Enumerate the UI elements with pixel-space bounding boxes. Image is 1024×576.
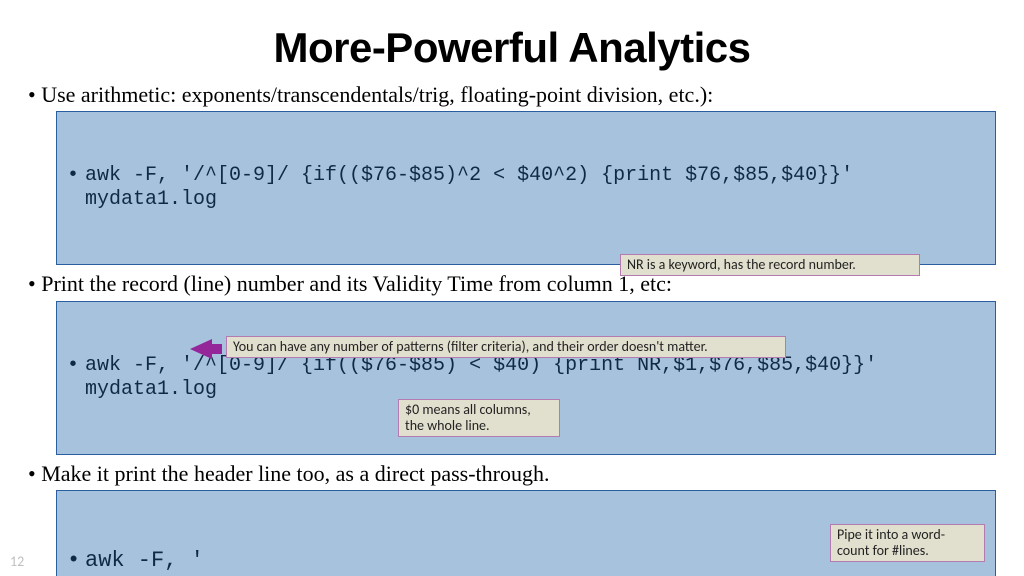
page-number: 12 (10, 553, 24, 570)
note-patterns: You can have any number of patterns (fil… (226, 336, 786, 358)
slide-title: More-Powerful Analytics (28, 24, 996, 72)
slide: More-Powerful Analytics Use arithmetic: … (0, 0, 1024, 576)
code-arithmetic: awk -F, '/^[0-9]/ {if(($76-$85)^2 < $40^… (67, 164, 985, 212)
note-pipe-wc: Pipe it into a word- count for #lines. (830, 524, 985, 562)
note-dollar-zero: $0 means all columns, the whole line. (398, 399, 560, 437)
code-record-number: awk -F, '/^[0-9]/ {if(($76-$85) < $40) {… (67, 354, 985, 402)
arrow-icon (190, 339, 212, 359)
note-nr-keyword: NR is a keyword, has the record number. (620, 254, 920, 276)
bullet-arithmetic: Use arithmetic: exponents/transcendental… (28, 82, 996, 107)
bullet-header-passthrough: Make it print the header line too, as a … (28, 461, 996, 486)
code-box-arithmetic: awk -F, '/^[0-9]/ {if(($76-$85)^2 < $40^… (56, 111, 996, 265)
